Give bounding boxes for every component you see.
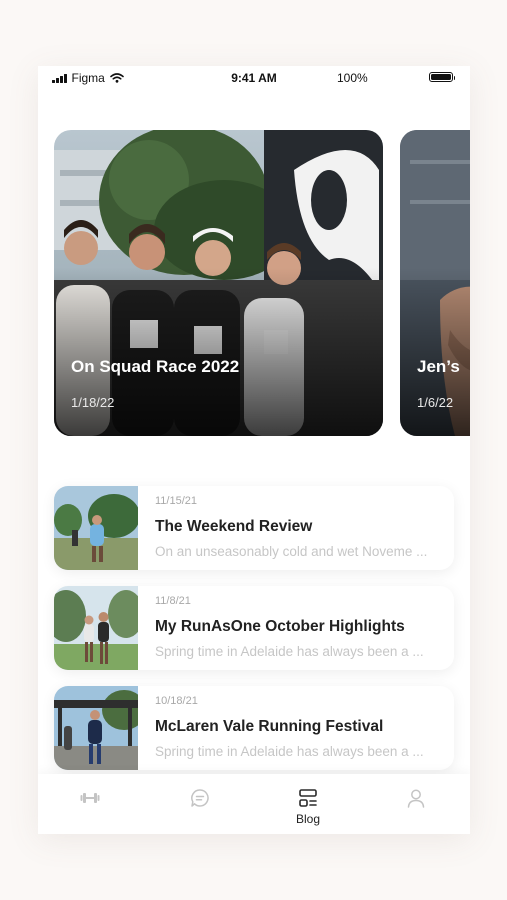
post-title: McLaren Vale Running Festival: [155, 718, 384, 735]
phone-screen: Figma 9:41 AM 100% On Squad Race 2022 1/…: [38, 66, 470, 834]
post-thumbnail: [54, 586, 138, 670]
post-excerpt: Spring time in Adelaide has always been …: [155, 744, 424, 759]
post-thumbnail: [54, 486, 138, 570]
profile-icon: [407, 789, 425, 808]
blog-post-item[interactable]: 11/8/21 My RunAsOne October Highlights S…: [54, 586, 454, 670]
status-time: 9:41 AM: [231, 71, 277, 85]
featured-card[interactable]: On Squad Race 2022 1/18/22: [54, 130, 383, 436]
featured-photo: [400, 130, 470, 436]
blog-icon: [299, 789, 317, 807]
featured-date: 1/18/22: [71, 395, 115, 410]
tab-profile[interactable]: [386, 774, 446, 834]
dumbbell-icon: [80, 793, 100, 803]
tab-bar: Blog: [38, 774, 470, 834]
tab-workouts[interactable]: [60, 774, 120, 834]
post-excerpt: Spring time in Adelaide has always been …: [155, 644, 424, 659]
status-bar: Figma 9:41 AM 100%: [38, 66, 470, 90]
post-title: The Weekend Review: [155, 518, 313, 535]
featured-date: 1/6/22: [417, 395, 454, 410]
post-thumbnail: [54, 686, 138, 770]
battery-icon: [429, 72, 455, 82]
post-title: My RunAsOne October Highlights: [155, 618, 405, 635]
battery-percent: 100%: [337, 71, 368, 85]
featured-title: Jen’s: [417, 357, 460, 376]
featured-photo: [54, 130, 383, 436]
tab-blog-label: Blog: [295, 812, 321, 826]
chat-bubble-icon: [191, 789, 209, 807]
tab-blog[interactable]: Blog: [278, 774, 338, 834]
post-date: 11/8/21: [155, 595, 191, 607]
post-date: 11/15/21: [155, 495, 198, 507]
featured-title: On Squad Race 2022: [71, 357, 240, 376]
post-excerpt: On an unseasonably cold and wet Noveme .…: [155, 544, 428, 559]
tab-chat[interactable]: [170, 774, 230, 834]
post-date: 10/18/21: [155, 695, 198, 707]
blog-post-item[interactable]: 10/18/21 McLaren Vale Running Festival S…: [54, 686, 454, 770]
blog-post-item[interactable]: 11/15/21 The Weekend Review On an unseas…: [54, 486, 454, 570]
featured-card[interactable]: Jen’s 1/6/22: [400, 130, 470, 436]
